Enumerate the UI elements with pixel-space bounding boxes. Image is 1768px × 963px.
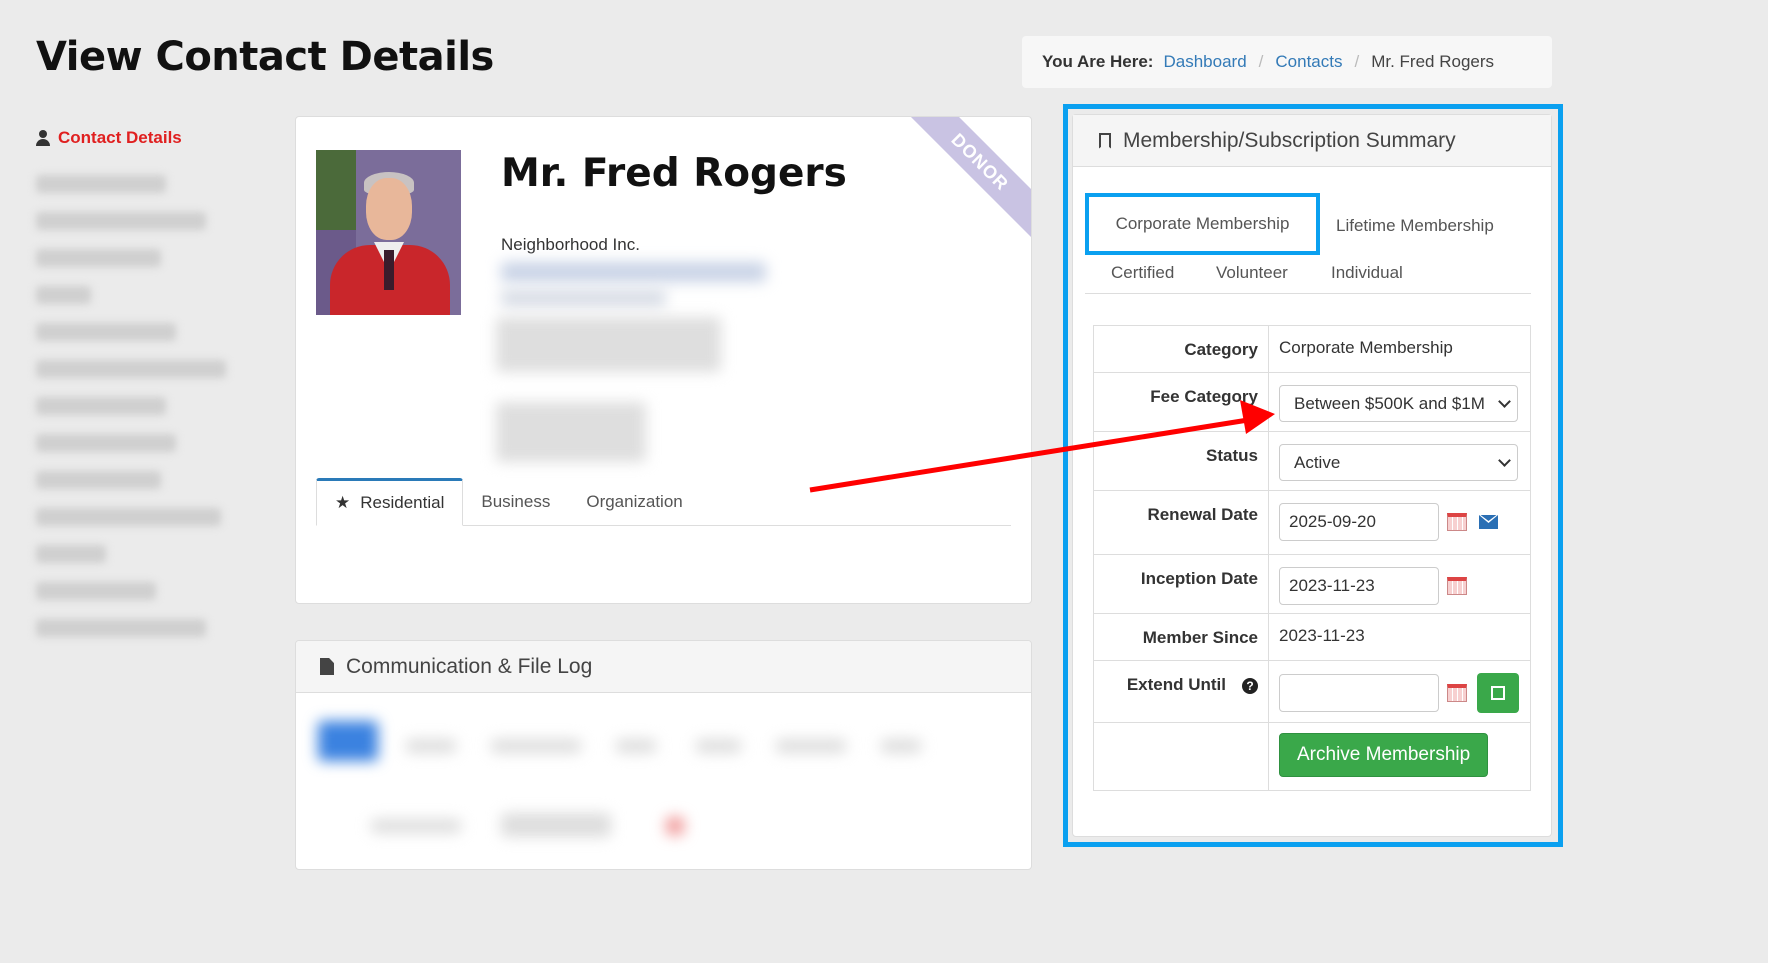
breadcrumb-dashboard-link[interactable]: Dashboard: [1163, 52, 1246, 72]
sidebar-item-blurred[interactable]: [36, 471, 161, 489]
tab-label: Residential: [360, 493, 445, 512]
blurred-tab[interactable]: [696, 739, 741, 753]
breadcrumb-separator: /: [1354, 52, 1360, 71]
sidebar-item-blurred[interactable]: [36, 545, 106, 563]
sidebar-item-contact-details[interactable]: Contact Details: [30, 120, 250, 156]
file-icon: [320, 658, 334, 675]
page-title: View Contact Details: [36, 34, 494, 80]
blurred-tab[interactable]: [406, 739, 456, 753]
donor-ribbon: DONOR: [900, 117, 1031, 242]
tab-residential[interactable]: ★ Residential: [316, 478, 464, 526]
breadcrumb-current: Mr. Fred Rogers: [1371, 52, 1495, 71]
blurred-address: [496, 317, 721, 372]
sidebar-item-blurred[interactable]: [36, 360, 226, 378]
sidebar-item-label: Contact Details: [58, 128, 182, 147]
blurred-icon[interactable]: [666, 817, 684, 835]
blurred-field[interactable]: [501, 813, 611, 837]
blurred-button[interactable]: [318, 721, 378, 761]
organization-name: Neighborhood Inc.: [501, 235, 640, 254]
profile-tabs: ★ Residential Business Organization: [316, 478, 1011, 526]
sidebar-item-blurred[interactable]: [36, 286, 91, 304]
tab-business[interactable]: Business: [463, 478, 568, 525]
highlight-outline: [1063, 104, 1563, 847]
profile-card: Mr. Fred Rogers Neighborhood Inc. DONOR …: [295, 116, 1032, 604]
blurred-tab[interactable]: [491, 739, 581, 753]
sidebar-item-blurred[interactable]: [36, 619, 206, 637]
user-icon: [36, 130, 50, 146]
communication-log-header: Communication & File Log: [296, 641, 1031, 693]
sidebar: Contact Details: [30, 120, 250, 655]
communication-log-card: Communication & File Log: [295, 640, 1032, 870]
sidebar-item-blurred[interactable]: [36, 434, 176, 452]
blurred-tab[interactable]: [776, 739, 846, 753]
sidebar-item-blurred[interactable]: [36, 397, 166, 415]
blurred-tab[interactable]: [881, 739, 921, 753]
contact-name: Mr. Fred Rogers: [501, 151, 847, 196]
breadcrumb: You Are Here: Dashboard / Contacts / Mr.…: [1022, 36, 1552, 88]
sidebar-item-blurred[interactable]: [36, 323, 176, 341]
breadcrumb-label: You Are Here:: [1042, 52, 1154, 71]
sidebar-item-blurred[interactable]: [36, 249, 161, 267]
blurred-address: [496, 402, 646, 462]
breadcrumb-separator: /: [1258, 52, 1264, 71]
tab-organization[interactable]: Organization: [568, 478, 700, 525]
blurred-field: [371, 819, 461, 833]
sidebar-item-blurred[interactable]: [36, 212, 206, 230]
communication-log-title: Communication & File Log: [346, 654, 593, 678]
contact-photo: [316, 150, 461, 315]
blurred-tab[interactable]: [616, 739, 656, 753]
star-icon: ★: [335, 493, 351, 512]
sidebar-item-blurred[interactable]: [36, 582, 156, 600]
blurred-contact-info: [501, 262, 766, 282]
blurred-contact-info: [501, 289, 666, 307]
sidebar-item-blurred[interactable]: [36, 175, 166, 193]
breadcrumb-contacts-link[interactable]: Contacts: [1275, 52, 1342, 72]
sidebar-item-blurred[interactable]: [36, 508, 221, 526]
